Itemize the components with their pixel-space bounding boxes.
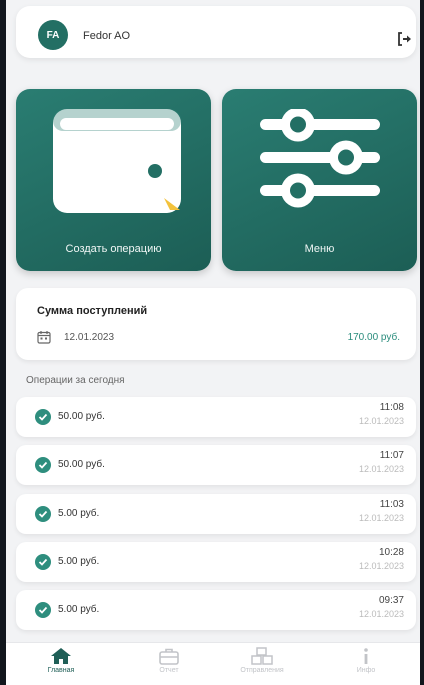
tab-info-label: Инфо <box>356 667 376 674</box>
check-icon <box>35 602 51 618</box>
operation-amount: 5.00 руб. <box>58 556 100 567</box>
check-icon <box>35 409 51 425</box>
avatar[interactable]: FA <box>38 20 68 50</box>
operation-amount: 50.00 руб. <box>58 459 105 470</box>
operation-date: 12.01.2023 <box>358 464 404 474</box>
operation-time: 09:37 <box>378 595 404 606</box>
operation-amount: 5.00 руб. <box>58 604 100 615</box>
operation-item[interactable]: 50.00 руб. 11:07 12.01.2023 <box>16 445 416 485</box>
tab-home-label: Главная <box>47 667 75 674</box>
calendar-icon[interactable] <box>37 330 51 344</box>
create-operation-label: Создать операцию <box>65 243 162 255</box>
logout-icon[interactable] <box>396 30 414 48</box>
operation-time: 11:08 <box>379 402 404 413</box>
home-icon <box>51 648 71 664</box>
tab-report-label: Отчет <box>159 667 179 674</box>
operation-amount: 50.00 руб. <box>58 411 105 422</box>
tab-report[interactable]: Отчет <box>139 647 199 683</box>
operation-date: 12.01.2023 <box>358 561 404 571</box>
operation-time: 10:28 <box>378 547 404 558</box>
operation-date: 12.01.2023 <box>358 513 404 523</box>
operation-item[interactable]: 50.00 руб. 11:08 12.01.2023 <box>16 397 416 437</box>
operation-date: 12.01.2023 <box>358 609 404 619</box>
menu-button[interactable]: Меню <box>222 89 417 271</box>
check-icon <box>35 457 51 473</box>
info-icon <box>364 648 368 664</box>
menu-label: Меню <box>304 243 335 255</box>
operation-time: 11:03 <box>379 499 404 510</box>
check-icon <box>35 506 51 522</box>
income-summary-card: Сумма поступлений 12.01.2023 170.00 руб. <box>16 288 416 360</box>
tab-shipments[interactable]: Отправления <box>232 647 292 683</box>
boxes-icon <box>251 647 273 665</box>
summary-amount: 170.00 руб. <box>347 332 400 343</box>
user-name: Fedor AO <box>83 30 131 42</box>
create-operation-button[interactable]: Создать операцию <box>16 89 211 271</box>
briefcase-icon <box>159 648 179 665</box>
operation-item[interactable]: 5.00 руб. 09:37 12.01.2023 <box>16 590 416 630</box>
tab-shipments-label: Отправления <box>240 667 284 674</box>
summary-title: Сумма поступлений <box>37 305 148 317</box>
bottom-tab-bar: Главная Отчет Отправления Инфо <box>6 642 420 685</box>
app-screen: FA Fedor AO Создать операцию Меню Сумма … <box>6 0 420 685</box>
operation-item[interactable]: 5.00 руб. 10:28 12.01.2023 <box>16 542 416 582</box>
operation-amount: 5.00 руб. <box>58 508 100 519</box>
tab-home[interactable]: Главная <box>31 647 91 683</box>
operation-date: 12.01.2023 <box>358 416 404 426</box>
wallet-icon <box>53 109 181 216</box>
sliders-icon <box>260 109 380 208</box>
check-icon <box>35 554 51 570</box>
summary-date[interactable]: 12.01.2023 <box>64 332 114 343</box>
tab-info[interactable]: Инфо <box>336 647 396 683</box>
operation-item[interactable]: 5.00 руб. 11:03 12.01.2023 <box>16 494 416 534</box>
operation-time: 11:07 <box>379 450 404 461</box>
operations-title: Операции за сегодня <box>26 375 125 386</box>
user-header: FA Fedor AO <box>16 6 416 58</box>
